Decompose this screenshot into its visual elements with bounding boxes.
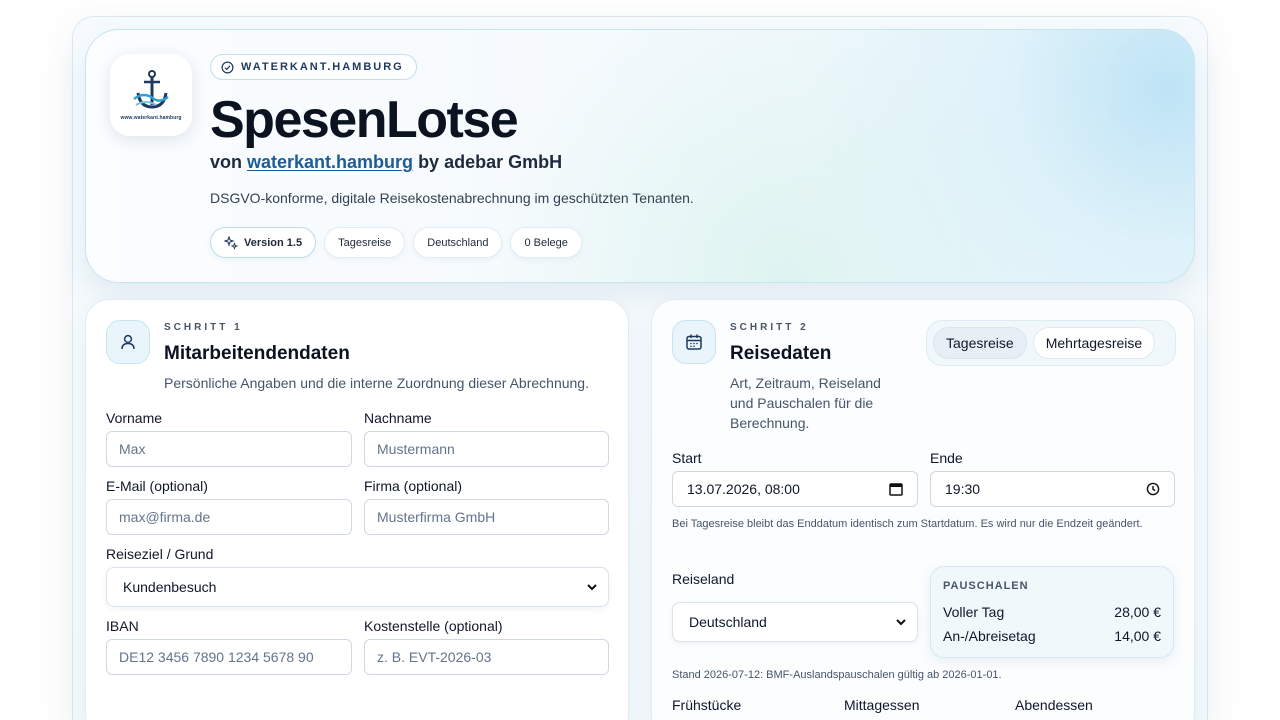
user-icon bbox=[121, 334, 135, 350]
tab-day-trip[interactable]: Tagesreise bbox=[933, 327, 1027, 359]
email-input[interactable] bbox=[106, 499, 352, 535]
full-day-label: Voller Tag bbox=[943, 604, 1005, 620]
purpose-select-value: Kundenbesuch bbox=[123, 579, 217, 595]
first-name-input[interactable] bbox=[106, 431, 352, 467]
chevron-down-icon bbox=[587, 584, 597, 591]
tab-multi-day-trip[interactable]: Mehrtagesreise bbox=[1032, 327, 1156, 359]
trip-type-toggle: Tagesreise Mehrtagesreise bbox=[926, 320, 1176, 366]
arrival-day-row: An-/Abreisetag 14,00 € bbox=[943, 628, 1161, 644]
country-label: Reiseland bbox=[672, 571, 735, 587]
iban-input[interactable] bbox=[106, 639, 352, 675]
full-day-row: Voller Tag 28,00 € bbox=[943, 604, 1161, 620]
allowances-title: PAUSCHALEN bbox=[943, 580, 1029, 592]
purpose-label: Reiseziel / Grund bbox=[106, 546, 214, 562]
receipts-chip: 0 Belege bbox=[510, 227, 582, 258]
end-value: 19:30 bbox=[945, 481, 981, 497]
step2-description: Art, Zeitraum, Reiseland und Pauschalen … bbox=[730, 375, 881, 431]
waterkant-link[interactable]: waterkant.hamburg bbox=[247, 152, 413, 172]
purpose-select[interactable]: Kundenbesuch bbox=[106, 567, 609, 607]
subtitle-prefix: von bbox=[210, 152, 248, 172]
company-label: Firma (optional) bbox=[364, 478, 463, 494]
allowances-panel: PAUSCHALEN Voller Tag 28,00 € An-/Abreis… bbox=[930, 566, 1174, 658]
chevron-down-icon bbox=[896, 619, 906, 626]
start-datetime-input[interactable]: 13.07.2026, 08:00 bbox=[672, 471, 918, 507]
anchor-logo-icon bbox=[133, 70, 169, 109]
brand-badge: WATERKANT.HAMBURG bbox=[210, 54, 417, 80]
step2-kicker: SCHRITT 2 bbox=[730, 322, 809, 333]
clock-icon[interactable] bbox=[1146, 482, 1160, 496]
step1-title: Mitarbeitendendaten bbox=[164, 343, 350, 364]
first-name-label: Vorname bbox=[106, 410, 163, 426]
logo: www.waterkant.hamburg bbox=[110, 54, 192, 136]
cost-center-label: Kostenstelle (optional) bbox=[364, 618, 503, 634]
start-value: 13.07.2026, 08:00 bbox=[687, 481, 800, 497]
end-label: Ende bbox=[930, 450, 963, 466]
email-label: E-Mail (optional) bbox=[106, 478, 208, 494]
brand-badge-label: WATERKANT.HAMBURG bbox=[241, 61, 404, 73]
arrival-day-value: 14,00 € bbox=[1114, 628, 1161, 644]
status-chips: Version 1.5 Tagesreise Deutschland 0 Bel… bbox=[210, 227, 582, 258]
allowances-status-note: Stand 2026-07-12: BMF-Auslandspauschalen… bbox=[672, 669, 1002, 681]
sparkle-icon bbox=[224, 235, 238, 250]
step1-kicker: SCHRITT 1 bbox=[164, 322, 243, 333]
end-time-input[interactable]: 19:30 bbox=[930, 471, 1175, 507]
full-day-value: 28,00 € bbox=[1114, 604, 1161, 620]
company-input[interactable] bbox=[364, 499, 609, 535]
start-label: Start bbox=[672, 450, 702, 466]
verified-check-icon bbox=[221, 61, 234, 73]
dinner-label: Abendessen bbox=[1015, 697, 1093, 713]
app-subtitle: von waterkant.hamburg by adebar GmbH bbox=[210, 152, 562, 173]
version-label: Version 1.5 bbox=[244, 236, 303, 249]
employee-data-card: SCHRITT 1 Mitarbeitendendaten Persönlich… bbox=[85, 299, 629, 720]
country-chip: Deutschland bbox=[413, 227, 503, 258]
arrival-day-label: An-/Abreisetag bbox=[943, 628, 1036, 644]
app-description: DSGVO-konforme, digitale Reisekostenabre… bbox=[210, 190, 694, 206]
cost-center-input[interactable] bbox=[364, 639, 609, 675]
app-title: SpesenLotse bbox=[210, 91, 519, 149]
version-chip: Version 1.5 bbox=[210, 227, 317, 258]
step1-icon-box bbox=[106, 320, 150, 364]
last-name-input[interactable] bbox=[364, 431, 609, 467]
lunch-label: Mittagessen bbox=[844, 697, 920, 713]
travel-data-card: SCHRITT 2 Reisedaten Art, Zeitraum, Reis… bbox=[651, 299, 1195, 720]
country-select[interactable]: Deutschland bbox=[672, 602, 918, 642]
breakfast-label: Frühstücke bbox=[672, 697, 742, 713]
country-select-value: Deutschland bbox=[689, 614, 767, 630]
last-name-label: Nachname bbox=[364, 410, 432, 426]
subtitle-suffix: by adebar GmbH bbox=[413, 152, 563, 172]
day-trip-hint: Bei Tagesreise bleibt das Enddatum ident… bbox=[672, 518, 1143, 530]
hero-header: www.waterkant.hamburg WATERKANT.HAMBURG … bbox=[85, 29, 1195, 283]
step2-title: Reisedaten bbox=[730, 343, 832, 364]
step1-description: Persönliche Angaben und die interne Zuor… bbox=[164, 375, 589, 391]
step2-icon-box bbox=[672, 320, 716, 364]
calendar-picker-icon[interactable] bbox=[889, 482, 903, 496]
trip-type-chip: Tagesreise bbox=[324, 227, 406, 258]
logo-caption: www.waterkant.hamburg bbox=[120, 115, 182, 121]
iban-label: IBAN bbox=[106, 618, 139, 634]
calendar-icon bbox=[686, 334, 702, 350]
